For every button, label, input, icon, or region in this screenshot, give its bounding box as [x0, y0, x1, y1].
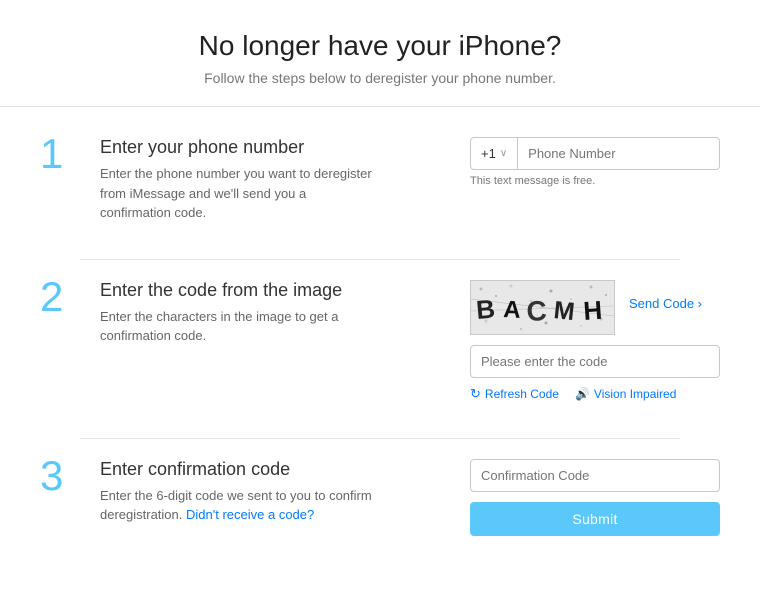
step-2-content: Enter the code from the image Enter the …: [90, 280, 430, 346]
refresh-code-label: Refresh Code: [485, 387, 559, 401]
phone-input[interactable]: [518, 138, 719, 169]
refresh-code-button[interactable]: ↻ Refresh Code: [470, 386, 559, 402]
country-code-value: +1: [481, 146, 496, 161]
page-subtitle: Follow the steps below to deregister you…: [20, 70, 740, 86]
chevron-down-icon: ∨: [500, 148, 507, 159]
svg-text:B: B: [475, 293, 496, 325]
page-header: No longer have your iPhone? Follow the s…: [0, 0, 760, 107]
refresh-icon: ↻: [470, 386, 481, 402]
phone-input-wrap: +1 ∨: [470, 137, 720, 170]
step-1-desc: Enter the phone number you want to dereg…: [100, 164, 380, 223]
country-code-selector[interactable]: +1 ∨: [471, 138, 518, 169]
phone-hint: This text message is free.: [470, 175, 720, 187]
vision-impaired-label: Vision Impaired: [594, 387, 677, 401]
page-title: No longer have your iPhone?: [20, 30, 740, 62]
step-1-number: 1: [40, 133, 90, 175]
step-3-number: 3: [40, 455, 90, 497]
step-divider-2: [80, 438, 680, 439]
svg-text:A: A: [503, 296, 522, 324]
captcha-image: B A C M H: [470, 280, 615, 335]
svg-text:H: H: [582, 294, 603, 325]
captcha-input-wrap: [470, 345, 720, 378]
step-3-control: Submit: [470, 459, 720, 536]
confirmation-code-input[interactable]: [470, 459, 720, 492]
step-1-title: Enter your phone number: [100, 137, 430, 158]
steps-container: 1 Enter your phone number Enter the phon…: [0, 137, 760, 536]
svg-text:C: C: [526, 294, 548, 326]
step-3-title: Enter confirmation code: [100, 459, 430, 480]
submit-button[interactable]: Submit: [470, 502, 720, 536]
step-3-desc: Enter the 6-digit code we sent to you to…: [100, 486, 380, 525]
step-2-title: Enter the code from the image: [100, 280, 430, 301]
step-1-control: +1 ∨ This text message is free.: [470, 137, 720, 187]
captcha-svg: B A C M H: [471, 281, 614, 334]
step-divider-1: [80, 259, 680, 260]
captcha-input[interactable]: [470, 345, 720, 378]
step-1-content: Enter your phone number Enter the phone …: [90, 137, 430, 223]
vision-impaired-button[interactable]: 🔊 Vision Impaired: [575, 386, 676, 402]
step-2-control: B A C M H Send Code ↻ Refresh Code: [470, 280, 720, 402]
step-2-desc: Enter the characters in the image to get…: [100, 307, 380, 346]
step-3-content: Enter confirmation code Enter the 6-digi…: [90, 459, 430, 525]
step-1-row: 1 Enter your phone number Enter the phon…: [40, 137, 720, 223]
audio-icon: 🔊: [575, 387, 590, 401]
send-code-button[interactable]: Send Code: [629, 296, 702, 311]
step-3-row: 3 Enter confirmation code Enter the 6-di…: [40, 459, 720, 536]
step-2-row: 2 Enter the code from the image Enter th…: [40, 280, 720, 402]
captcha-row: B A C M H Send Code: [470, 280, 720, 335]
captcha-links: ↻ Refresh Code 🔊 Vision Impaired: [470, 386, 720, 402]
svg-text:M: M: [552, 296, 576, 326]
didnt-receive-link[interactable]: Didn't receive a code?: [186, 507, 314, 522]
step-2-number: 2: [40, 276, 90, 318]
